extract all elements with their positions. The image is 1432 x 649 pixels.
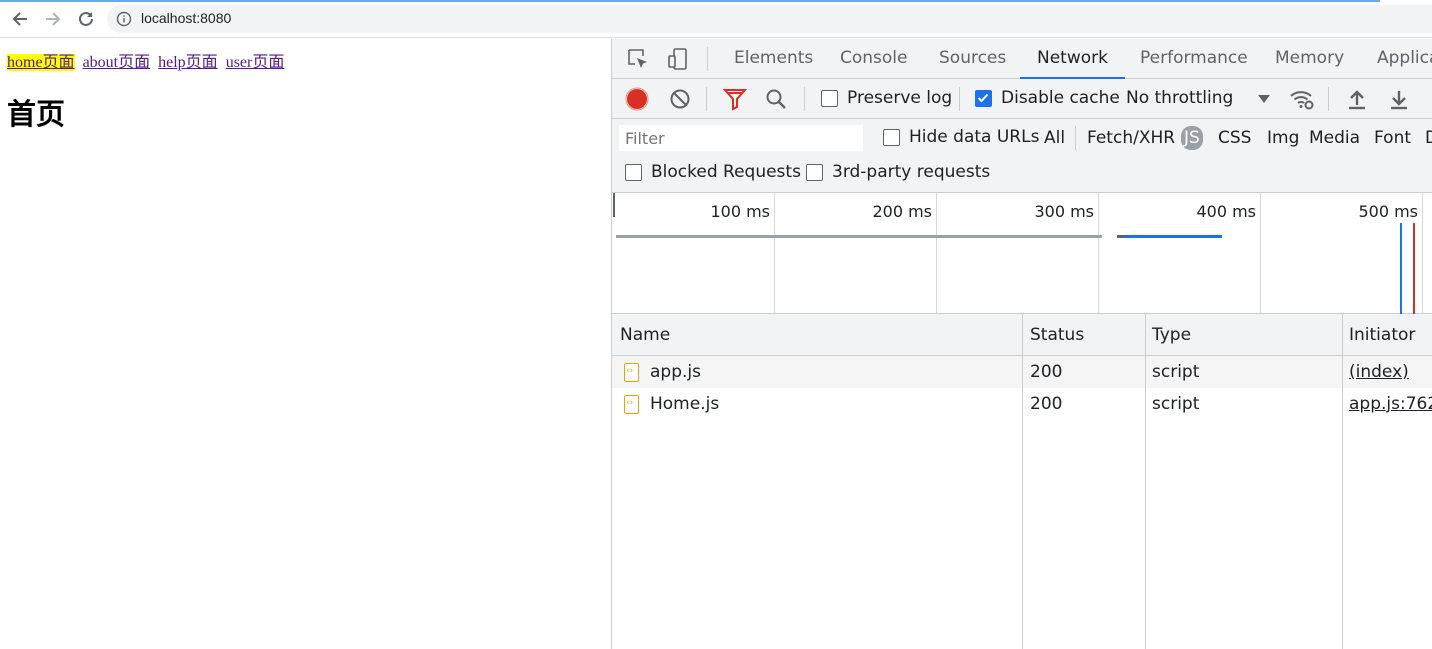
column-divider[interactable]	[1022, 314, 1023, 649]
export-har-icon[interactable]	[1386, 86, 1412, 112]
toolbar-divider	[1328, 87, 1329, 111]
row-type: script	[1152, 394, 1200, 414]
link-about[interactable]: about页面	[83, 54, 151, 71]
reload-icon[interactable]	[75, 8, 97, 30]
toolbar-divider	[804, 87, 805, 111]
third-party-checkbox[interactable]	[806, 164, 823, 181]
network-toolbar: Preserve log Disable cache No throttling	[612, 79, 1432, 119]
url-text[interactable]: localhost:8080	[141, 10, 231, 26]
link-home[interactable]: home页面	[7, 54, 75, 71]
blocked-requests-label[interactable]: Blocked Requests	[651, 162, 801, 182]
type-filter-font[interactable]: Font	[1371, 126, 1414, 150]
script-file-icon	[624, 363, 639, 382]
request-table: Name Status Type Initiator app.js 200 sc…	[612, 314, 1432, 649]
load-event-line	[1413, 223, 1415, 314]
overview-tick-label: 200 ms	[872, 202, 932, 221]
type-filter-fetch-xhr[interactable]: Fetch/XHR	[1084, 126, 1178, 150]
overview-bar-home-js	[1125, 235, 1222, 238]
filter-divider	[1075, 126, 1076, 150]
devtools-panel: Elements Console Sources Network Perform…	[611, 39, 1432, 649]
script-file-icon	[624, 395, 639, 414]
loading-progress-line	[0, 0, 1380, 2]
router-links: home页面 about页面 help页面 user页面	[7, 48, 288, 72]
preserve-log-label[interactable]: Preserve log	[847, 88, 952, 108]
overview-gridline	[1422, 193, 1423, 314]
overview-tick-label: 300 ms	[1034, 202, 1094, 221]
dom-content-loaded-line	[1400, 223, 1402, 314]
import-har-icon[interactable]	[1344, 86, 1370, 112]
column-header-name[interactable]: Name	[620, 325, 670, 345]
type-filter-js[interactable]: JS	[1181, 126, 1203, 150]
inspect-element-icon[interactable]	[626, 47, 650, 71]
tab-sources[interactable]: Sources	[939, 48, 1006, 77]
forward-arrow-icon[interactable]	[42, 8, 64, 30]
filter-input[interactable]	[619, 125, 863, 151]
network-conditions-icon[interactable]	[1289, 86, 1315, 112]
address-bar[interactable]: localhost:8080	[107, 5, 1432, 33]
tab-application[interactable]: Applica	[1377, 48, 1432, 77]
tab-network[interactable]: Network	[1020, 48, 1125, 79]
filter-icon[interactable]	[722, 86, 748, 112]
column-divider[interactable]	[1342, 314, 1343, 649]
column-header-initiator[interactable]: Initiator	[1349, 325, 1415, 345]
type-filter-css[interactable]: CSS	[1215, 126, 1254, 150]
network-overview[interactable]: 100 ms 200 ms 300 ms 400 ms 500 ms	[612, 193, 1432, 314]
page-viewport: home页面 about页面 help页面 user页面 首页	[0, 39, 611, 649]
preserve-log-checkbox[interactable]	[821, 90, 838, 107]
type-filter-doc[interactable]: D	[1422, 126, 1432, 150]
tab-elements[interactable]: Elements	[734, 48, 813, 77]
tab-console[interactable]: Console	[840, 48, 908, 77]
hide-data-urls-checkbox[interactable]	[883, 129, 900, 146]
chevron-down-icon[interactable]	[1251, 86, 1277, 112]
row-name[interactable]: Home.js	[650, 394, 719, 414]
tab-performance[interactable]: Performance	[1140, 48, 1248, 77]
tab-memory[interactable]: Memory	[1275, 48, 1344, 77]
column-header-status[interactable]: Status	[1030, 325, 1084, 345]
row-name[interactable]: app.js	[650, 362, 701, 382]
row-initiator[interactable]: app.js:762	[1349, 394, 1432, 414]
overview-bar-home-js-wait	[1117, 235, 1125, 238]
row-initiator[interactable]: (index)	[1349, 362, 1409, 382]
toolbar-divider	[959, 87, 960, 111]
info-icon[interactable]	[116, 11, 132, 27]
overview-tick-label: 100 ms	[710, 202, 770, 221]
third-party-label[interactable]: 3rd-party requests	[832, 162, 990, 182]
record-icon[interactable]	[624, 86, 650, 112]
back-arrow-icon[interactable]	[9, 8, 31, 30]
throttling-select[interactable]: No throttling	[1126, 88, 1233, 108]
link-help[interactable]: help页面	[158, 54, 218, 71]
row-status: 200	[1030, 362, 1063, 382]
overview-gridline	[774, 193, 775, 314]
devtools-tab-strip: Elements Console Sources Network Perform…	[612, 39, 1432, 79]
tab-strip-divider	[707, 47, 708, 71]
row-type: script	[1152, 362, 1200, 382]
column-divider[interactable]	[1145, 314, 1146, 649]
overview-tick-label: 500 ms	[1358, 202, 1418, 221]
overview-bar-app-js	[616, 235, 1102, 238]
search-icon[interactable]	[763, 86, 789, 112]
browser-toolbar: localhost:8080	[0, 0, 1432, 38]
overview-gridline	[1098, 193, 1099, 314]
overview-gridline	[936, 193, 937, 314]
type-filter-all[interactable]: All	[1041, 126, 1068, 150]
column-header-type[interactable]: Type	[1152, 325, 1191, 345]
disable-cache-checkbox[interactable]	[975, 90, 992, 107]
clear-icon[interactable]	[667, 86, 693, 112]
overview-start-marker	[613, 193, 615, 217]
network-filter-bar: Hide data URLs All Fetch/XHR JS CSS Img …	[612, 119, 1432, 193]
overview-tick-label: 400 ms	[1196, 202, 1256, 221]
type-filter-media[interactable]: Media	[1306, 126, 1363, 150]
disable-cache-label[interactable]: Disable cache	[1001, 88, 1120, 108]
toolbar-divider	[706, 87, 707, 111]
device-toolbar-icon[interactable]	[666, 47, 690, 71]
page-heading: 首页	[7, 97, 66, 131]
row-status: 200	[1030, 394, 1063, 414]
link-user[interactable]: user页面	[226, 54, 285, 71]
overview-gridline	[1260, 193, 1261, 314]
type-filter-img[interactable]: Img	[1264, 126, 1302, 150]
hide-data-urls-label[interactable]: Hide data URLs	[909, 127, 1039, 147]
blocked-requests-checkbox[interactable]	[625, 164, 642, 181]
